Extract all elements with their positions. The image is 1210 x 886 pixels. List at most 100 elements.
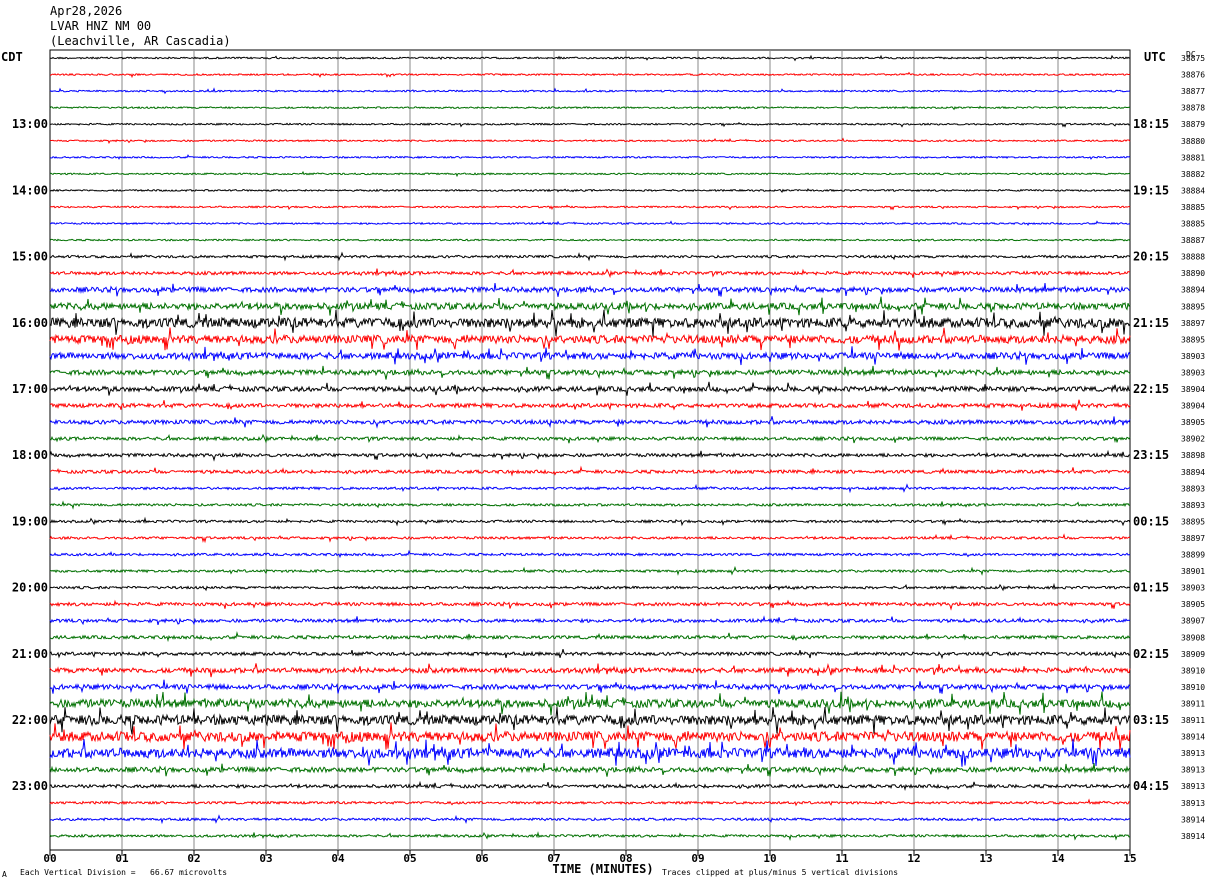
dc-value-row-22: 38905 [1181,418,1205,427]
x-tick-label-02: 02 [187,852,200,865]
dc-value-row-31: 38901 [1181,567,1205,576]
trace-row-37 [49,663,1131,678]
minute-gridlines [121,50,1059,850]
trace-row-20 [49,381,1131,396]
dc-value-row-43: 38913 [1181,766,1205,775]
trace-row-29 [49,533,1131,544]
dc-value-row-36: 38909 [1181,650,1205,659]
corner-mark: A [2,870,7,879]
dc-value-row-2: 38877 [1181,87,1205,96]
dc-value-row-41: 38914 [1181,733,1205,742]
trace-row-13 [49,268,1131,279]
dc-value-row-10: 38885 [1181,220,1205,229]
right-hour-label-2: 20:15 [1133,250,1169,264]
trace-row-9 [49,204,1131,211]
dc-value-row-33: 38905 [1181,600,1205,609]
left-hour-label-0: 13:00 [12,117,48,131]
x-tick-label-04: 04 [331,852,345,865]
right-hour-label-5: 23:15 [1133,448,1169,462]
trace-row-3 [49,105,1131,111]
dc-value-row-7: 38882 [1181,170,1205,179]
x-tick-label-00: 00 [43,852,56,865]
dc-value-row-13: 38890 [1181,269,1205,278]
left-hour-label-2: 15:00 [12,250,48,264]
trace-row-46 [49,814,1131,825]
trace-row-5 [49,137,1131,144]
dc-value-row-4: 38879 [1181,120,1205,129]
trace-row-27 [49,500,1131,510]
right-hour-label-6: 00:15 [1133,514,1169,528]
right-hour-label-10: 04:15 [1133,779,1169,793]
dc-value-row-1: 38876 [1181,71,1205,80]
right-hour-label-4: 22:15 [1133,382,1169,396]
dc-value-row-30: 38899 [1181,551,1205,560]
trace-row-33 [49,599,1131,611]
dc-value-row-19: 38903 [1181,368,1205,377]
trace-row-8 [49,188,1131,193]
dc-value-row-17: 38895 [1181,335,1205,344]
right-hour-label-1: 19:15 [1133,183,1169,197]
dc-value-row-15: 38895 [1181,302,1205,311]
x-tick-label-15: 15 [1123,852,1136,865]
dc-value-row-42: 38913 [1181,749,1205,758]
dc-value-row-27: 38893 [1181,501,1205,510]
left-hour-labels: 13:00 14:00 15:00 16:00 17:00 18:00 19:00 20:00… [12,117,48,793]
trace-row-14 [49,283,1131,297]
clip-note: Traces clipped at plus/minus 5 vertical … [662,868,899,877]
x-tick-label-06: 06 [475,852,489,865]
trace-row-25 [49,465,1131,477]
left-hour-label-6: 19:00 [12,514,48,528]
x-tick-label-13: 13 [979,852,992,865]
dc-value-row-34: 38907 [1181,617,1205,626]
trace-row-21 [49,399,1131,411]
trace-row-28 [49,516,1131,527]
trace-row-42 [49,738,1131,767]
dc-value-row-37: 38910 [1181,666,1205,675]
trace-row-38 [49,679,1131,695]
right-hour-label-3: 21:15 [1133,316,1169,330]
trace-row-2 [49,87,1131,95]
dc-value-row-44: 38913 [1181,782,1205,791]
dc-value-row-9: 38885 [1181,203,1205,212]
dc-value-row-20: 38904 [1181,385,1205,394]
dc-value-row-5: 38880 [1181,137,1205,146]
dc-value-row-0: 38875 [1181,54,1205,63]
trace-row-23 [49,433,1131,444]
dc-value-row-39: 38911 [1181,699,1205,708]
dc-value-row-16: 38897 [1181,319,1205,328]
left-hour-label-10: 23:00 [12,779,48,793]
trace-row-18 [49,346,1131,366]
trace-row-11 [49,238,1131,243]
x-tick-label-12: 12 [907,852,920,865]
dc-value-row-8: 38884 [1181,186,1205,195]
trace-row-26 [49,483,1131,494]
x-tick-label-14: 14 [1051,852,1065,865]
trace-row-24 [49,449,1131,462]
trace-row-40 [49,706,1131,735]
trace-row-32 [49,582,1131,592]
trace-row-31 [49,565,1131,576]
dc-value-row-21: 38904 [1181,402,1205,411]
trace-row-19 [49,365,1131,380]
trace-row-6 [49,154,1131,160]
trace-row-43 [49,763,1131,777]
dc-value-row-47: 38914 [1181,832,1205,841]
dc-value-row-35: 38908 [1181,633,1205,642]
dc-value-row-40: 38911 [1181,716,1205,725]
right-hour-label-7: 01:15 [1133,581,1169,595]
trace-row-1 [50,71,1131,79]
trace-rows [49,54,1131,842]
dc-value-row-28: 38895 [1181,517,1205,526]
trace-row-0 [50,54,1131,62]
dc-value-row-32: 38903 [1181,584,1205,593]
x-tick-label-05: 05 [403,852,416,865]
dc-value-row-12: 38888 [1181,253,1205,262]
dc-value-row-45: 38913 [1181,799,1205,808]
x-tick-label-01: 01 [115,852,129,865]
left-hour-label-9: 22:00 [12,713,48,727]
trace-row-36 [49,648,1131,660]
dc-value-row-25: 38894 [1181,468,1205,477]
scale-note: Each Vertical Division = 66.67 microvolt… [20,868,228,877]
trace-row-10 [49,220,1131,227]
right-hour-label-8: 02:15 [1133,647,1169,661]
